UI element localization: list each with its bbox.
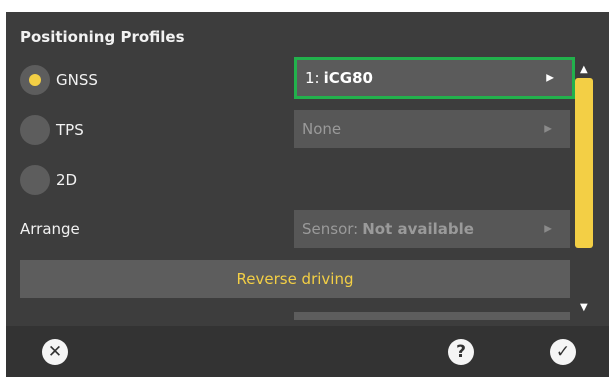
reverse-driving-button[interactable]: Reverse driving: [20, 260, 570, 298]
scroll-down-icon[interactable]: ▼: [580, 302, 588, 313]
scrollbar-thumb[interactable]: [575, 78, 593, 248]
gnss-profile-select[interactable]: 1: iCG80 ▶: [294, 57, 575, 99]
dialog-footer: ✕ ? ✓: [6, 326, 609, 377]
tps-profile-value: None: [302, 120, 342, 138]
triangle-right-icon: ▶: [544, 123, 552, 135]
radio-tps-label: TPS: [56, 121, 84, 139]
radio-tps[interactable]: [20, 115, 50, 145]
arrange-label: Arrange: [20, 220, 80, 238]
radio-selected-dot: [29, 74, 41, 86]
radio-tps-row[interactable]: TPS: [20, 114, 84, 146]
radio-2d-row[interactable]: 2D: [20, 164, 77, 196]
radio-gnss-row[interactable]: GNSS: [20, 64, 98, 96]
close-icon[interactable]: ✕: [42, 339, 68, 365]
positioning-profiles-panel: Positioning Profiles GNSS TPS 2D 1: iCG8…: [6, 12, 609, 377]
arrange-sensor-select[interactable]: Sensor: Not available ▶: [294, 210, 570, 248]
partial-list-item[interactable]: [294, 312, 570, 320]
panel-title: Positioning Profiles: [20, 28, 185, 46]
tps-profile-select[interactable]: None ▶: [294, 110, 570, 148]
radio-gnss[interactable]: [20, 65, 50, 95]
help-icon[interactable]: ?: [448, 339, 474, 365]
gnss-profile-value: iCG80: [323, 69, 373, 87]
triangle-right-icon: ▶: [544, 223, 552, 235]
radio-gnss-label: GNSS: [56, 71, 98, 89]
check-icon[interactable]: ✓: [550, 339, 576, 365]
radio-2d[interactable]: [20, 165, 50, 195]
gnss-profile-number: 1:: [305, 69, 320, 87]
sensor-value: Not available: [362, 220, 474, 238]
triangle-right-icon: ▶: [546, 72, 554, 84]
scroll-up-icon[interactable]: ▲: [580, 64, 588, 75]
radio-2d-label: 2D: [56, 171, 78, 189]
sensor-label: Sensor:: [302, 220, 359, 238]
